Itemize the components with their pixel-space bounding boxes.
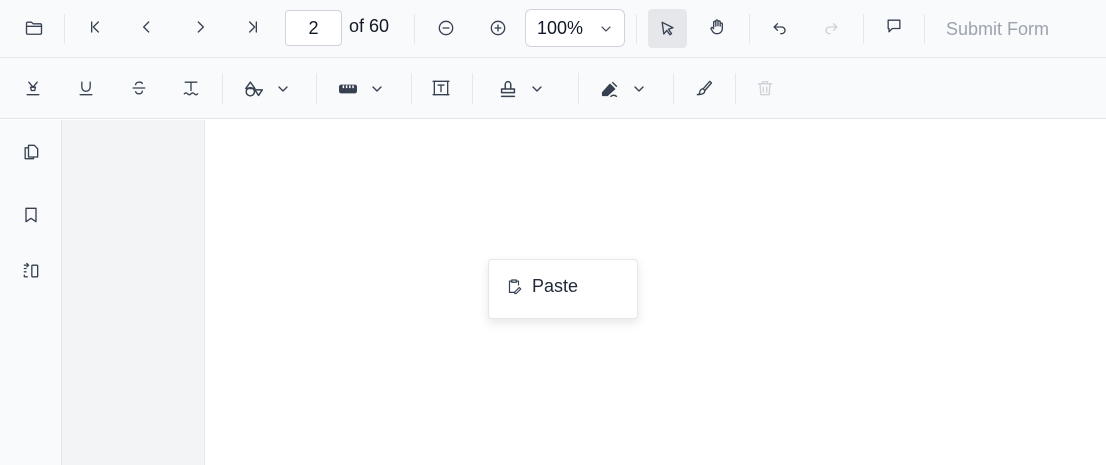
next-page-icon [197,21,204,33]
paste-menu-label: Paste [532,275,579,296]
separator [578,73,579,104]
select-pointer-icon [661,21,674,35]
separator [735,73,736,104]
page-thumbnails-button[interactable] [13,134,49,170]
chevron-down-icon [601,26,611,32]
bookmark-icon [25,207,37,223]
squiggly-icon [183,81,199,96]
underline-button[interactable] [68,70,104,106]
zoom-in-button[interactable] [480,10,516,46]
separator [222,73,223,104]
zoom-out-button[interactable] [428,10,464,46]
select-mode-button[interactable] [648,9,687,48]
next-page-button[interactable] [182,9,218,45]
separator [924,14,925,44]
last-page-icon [249,21,257,33]
ink-tool-button[interactable] [686,70,722,106]
strikethrough-icon [132,81,146,95]
zoom-dropdown[interactable]: 100% [525,9,625,47]
separator [64,14,65,44]
shape-tool-dropdown[interactable] [243,71,291,107]
undo-icon [773,23,786,35]
shape-icon [245,81,263,97]
strikethrough-button[interactable] [121,70,157,106]
chevron-down-icon [532,86,542,92]
separator [636,14,637,44]
annotation-toolbar [0,58,1106,119]
first-page-button[interactable] [77,9,113,45]
paste-icon [508,279,522,295]
bookmarks-button[interactable] [13,197,49,233]
comment-icon [887,19,901,33]
signature-tool-dropdown[interactable] [599,71,647,107]
stamp-tool-dropdown[interactable] [497,71,545,107]
delete-annotation-button[interactable] [747,70,783,106]
zoom-value: 100% [537,17,584,38]
page-thumbnails-icon [24,144,39,160]
left-navigation-pane [0,120,62,465]
organize-pages-icon [23,262,39,278]
context-menu: Paste [488,259,638,319]
main-toolbar: of 60 100% Submit Form [0,0,1106,58]
stamp-icon [500,81,516,98]
thumbnail-panel [62,120,205,465]
zoom-out-icon [438,20,454,36]
highlight-icon [26,81,40,96]
measure-tool-dropdown[interactable] [337,71,385,107]
ink-icon [696,80,713,96]
signature-icon [601,81,618,98]
free-text-icon [432,80,450,96]
previous-page-icon [143,21,150,33]
redo-icon [825,23,838,35]
last-page-button[interactable] [235,9,271,45]
pan-mode-button[interactable] [699,9,735,45]
delete-icon [757,81,773,96]
paste-menu-item[interactable]: Paste [497,270,629,302]
chevron-down-icon [372,86,382,92]
submit-form-button[interactable]: Submit Form [936,14,1059,44]
organize-pages-button[interactable] [13,253,49,289]
pan-hand-icon [710,19,723,35]
separator [472,73,473,104]
measure-icon [339,84,357,94]
chevron-down-icon [634,86,644,92]
separator [863,14,864,44]
separator [411,73,412,104]
previous-page-button[interactable] [129,9,165,45]
underline-icon [79,81,93,96]
open-file-button[interactable] [16,10,52,46]
undo-button[interactable] [762,9,798,45]
separator [414,14,415,44]
add-comment-button[interactable] [876,8,912,44]
separator [673,73,674,104]
folder-icon [25,21,43,35]
squiggly-button[interactable] [173,70,209,106]
free-text-button[interactable] [423,70,459,106]
highlight-button[interactable] [15,70,51,106]
document-viewer-area[interactable] [205,120,1106,465]
first-page-icon [91,21,99,33]
page-number-input[interactable] [285,10,342,46]
page-total-label: of 60 [349,16,390,36]
separator [749,14,750,44]
separator [316,73,317,104]
zoom-in-icon [490,20,506,36]
redo-button[interactable] [813,9,849,45]
chevron-down-icon [278,86,288,92]
pdf-viewer: of 60 100% Submit Form [0,0,1106,465]
